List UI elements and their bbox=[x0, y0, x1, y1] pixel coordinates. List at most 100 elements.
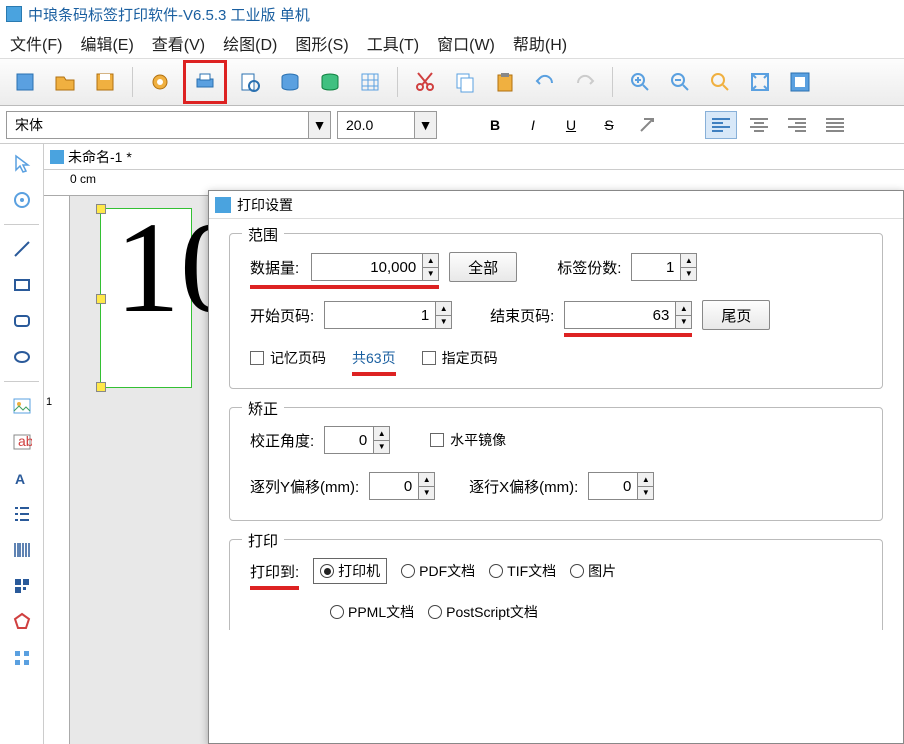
spin-up-icon[interactable]: ▲ bbox=[419, 473, 434, 487]
roundrect-tool-icon[interactable] bbox=[4, 305, 40, 337]
strike-button[interactable]: S bbox=[593, 111, 625, 139]
print-preview-icon[interactable] bbox=[233, 65, 267, 99]
zoom-in-icon[interactable] bbox=[623, 65, 657, 99]
save-icon[interactable] bbox=[88, 65, 122, 99]
specify-page-checkbox[interactable]: 指定页码 bbox=[422, 348, 498, 368]
qrcode-tool-icon[interactable] bbox=[4, 570, 40, 602]
col-y-input[interactable]: ▲▼ bbox=[369, 472, 435, 500]
resize-handle[interactable] bbox=[96, 294, 106, 304]
menu-view[interactable]: 查看(V) bbox=[152, 31, 205, 55]
spin-down-icon[interactable]: ▼ bbox=[681, 268, 696, 281]
angle-input[interactable]: ▲▼ bbox=[324, 426, 390, 454]
font-name-combo[interactable]: 宋体 ▼ bbox=[6, 111, 331, 139]
richtext-tool-icon[interactable]: ab bbox=[4, 426, 40, 458]
fit-icon[interactable] bbox=[743, 65, 777, 99]
redo-icon[interactable] bbox=[568, 65, 602, 99]
zoom-out-icon[interactable] bbox=[663, 65, 697, 99]
chevron-down-icon[interactable]: ▼ bbox=[414, 112, 436, 138]
radio-tif[interactable]: TIF文档 bbox=[489, 561, 556, 581]
spin-down-icon[interactable]: ▼ bbox=[676, 316, 691, 329]
start-page-input[interactable]: ▲▼ bbox=[324, 301, 452, 329]
bold-button[interactable]: B bbox=[479, 111, 511, 139]
spin-down-icon[interactable]: ▼ bbox=[419, 487, 434, 500]
menu-file[interactable]: 文件(F) bbox=[10, 31, 62, 55]
spin-up-icon[interactable]: ▲ bbox=[681, 254, 696, 268]
menu-edit[interactable]: 编辑(E) bbox=[80, 31, 133, 55]
label-object[interactable]: 10 bbox=[100, 208, 192, 388]
align-justify-icon[interactable] bbox=[819, 111, 851, 139]
document-tab[interactable]: 未命名-1 * bbox=[44, 144, 904, 170]
radio-ppml[interactable]: PPML文档 bbox=[330, 602, 414, 622]
cut-icon[interactable] bbox=[408, 65, 442, 99]
paste-icon[interactable] bbox=[488, 65, 522, 99]
image-tool-icon[interactable] bbox=[4, 390, 40, 422]
pointer-tool-icon[interactable] bbox=[4, 148, 40, 180]
spin-up-icon[interactable]: ▲ bbox=[638, 473, 653, 487]
polygon-tool-icon[interactable] bbox=[4, 606, 40, 638]
open-icon[interactable] bbox=[48, 65, 82, 99]
resize-handle[interactable] bbox=[96, 382, 106, 392]
list-tool-icon[interactable] bbox=[4, 498, 40, 530]
spin-up-icon[interactable]: ▲ bbox=[423, 254, 438, 268]
menu-help[interactable]: 帮助(H) bbox=[513, 31, 567, 55]
undo-icon[interactable] bbox=[528, 65, 562, 99]
spin-up-icon[interactable]: ▲ bbox=[436, 302, 451, 316]
italic-button[interactable]: I bbox=[517, 111, 549, 139]
line-tool-icon[interactable] bbox=[4, 233, 40, 265]
underline-button[interactable]: U bbox=[555, 111, 587, 139]
print-icon[interactable] bbox=[188, 65, 222, 99]
rect-tool-icon[interactable] bbox=[4, 269, 40, 301]
spin-up-icon[interactable]: ▲ bbox=[676, 302, 691, 316]
remember-page-checkbox[interactable]: 记忆页码 bbox=[250, 348, 326, 368]
end-page-field[interactable] bbox=[565, 302, 675, 328]
menu-window[interactable]: 窗口(W) bbox=[437, 31, 495, 55]
last-page-button[interactable]: 尾页 bbox=[702, 300, 770, 330]
h-mirror-checkbox[interactable]: 水平镜像 bbox=[430, 430, 506, 450]
spin-down-icon[interactable]: ▼ bbox=[374, 441, 389, 454]
data-count-field[interactable] bbox=[312, 254, 422, 280]
chevron-down-icon[interactable]: ▼ bbox=[308, 112, 330, 138]
spin-down-icon[interactable]: ▼ bbox=[423, 268, 438, 281]
clear-format-icon[interactable] bbox=[631, 111, 663, 139]
database-icon[interactable] bbox=[273, 65, 307, 99]
menu-graphic[interactable]: 图形(S) bbox=[295, 31, 348, 55]
pan-tool-icon[interactable] bbox=[4, 184, 40, 216]
resize-handle[interactable] bbox=[96, 204, 106, 214]
angle-field[interactable] bbox=[325, 427, 373, 453]
align-center-icon[interactable] bbox=[743, 111, 775, 139]
copies-field[interactable] bbox=[632, 254, 680, 280]
align-right-icon[interactable] bbox=[781, 111, 813, 139]
menu-draw[interactable]: 绘图(D) bbox=[223, 31, 277, 55]
radio-postscript[interactable]: PostScript文档 bbox=[428, 602, 538, 622]
row-x-field[interactable] bbox=[589, 473, 637, 499]
gear-icon[interactable] bbox=[143, 65, 177, 99]
zoom-icon[interactable] bbox=[703, 65, 737, 99]
full-icon[interactable] bbox=[783, 65, 817, 99]
copies-input[interactable]: ▲▼ bbox=[631, 253, 697, 281]
row-x-input[interactable]: ▲▼ bbox=[588, 472, 654, 500]
col-y-field[interactable] bbox=[370, 473, 418, 499]
radio-image[interactable]: 图片 bbox=[570, 561, 616, 581]
database-link-icon[interactable] bbox=[313, 65, 347, 99]
grid-tool-icon[interactable] bbox=[4, 642, 40, 674]
new-doc-icon[interactable] bbox=[8, 65, 42, 99]
grid-icon[interactable] bbox=[353, 65, 387, 99]
spin-down-icon[interactable]: ▼ bbox=[436, 316, 451, 329]
align-left-icon[interactable] bbox=[705, 111, 737, 139]
spin-down-icon[interactable]: ▼ bbox=[638, 487, 653, 500]
end-page-input[interactable]: ▲▼ bbox=[564, 301, 692, 329]
radio-pdf[interactable]: PDF文档 bbox=[401, 561, 475, 581]
menu-tool[interactable]: 工具(T) bbox=[367, 31, 419, 55]
radio-printer[interactable]: 打印机 bbox=[313, 558, 387, 584]
barcode-tool-icon[interactable] bbox=[4, 534, 40, 566]
spin-up-icon[interactable]: ▲ bbox=[374, 427, 389, 441]
font-size-combo[interactable]: 20.0 ▼ bbox=[337, 111, 437, 139]
data-count-input[interactable]: ▲▼ bbox=[311, 253, 439, 281]
text-tool-icon[interactable]: A bbox=[4, 462, 40, 494]
dialog-titlebar[interactable]: 打印设置 bbox=[209, 191, 903, 219]
all-button[interactable]: 全部 bbox=[449, 252, 517, 282]
start-page-field[interactable] bbox=[325, 302, 435, 328]
total-pages-link[interactable]: 共63页 bbox=[352, 348, 396, 368]
ellipse-tool-icon[interactable] bbox=[4, 341, 40, 373]
copy-icon[interactable] bbox=[448, 65, 482, 99]
